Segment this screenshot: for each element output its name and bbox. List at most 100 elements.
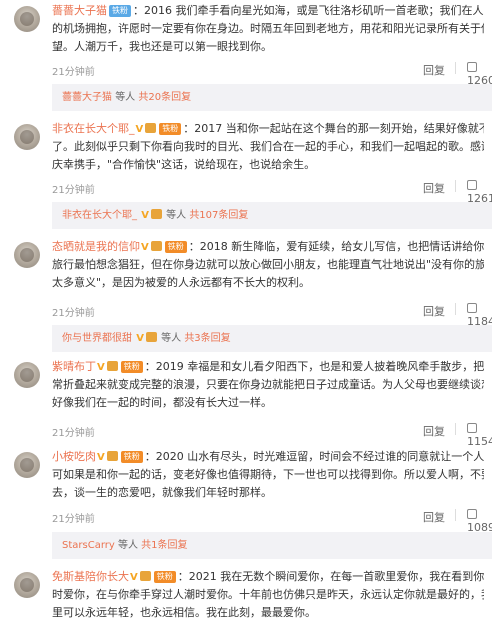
comment-username[interactable]: 薔薔大子猫 [52, 4, 107, 17]
like-count: 1154 [467, 435, 492, 448]
sub-replies[interactable]: 非衣在长大个耶_ V 等人 共107条回复 [52, 202, 492, 229]
medal-icon [150, 209, 162, 219]
thumbs-up-icon [467, 423, 477, 433]
comment-meta: 21分钟前 回复 1260 [52, 61, 492, 87]
reply-button[interactable]: 回复 [423, 180, 445, 196]
divider [455, 303, 456, 315]
medal-icon [150, 241, 162, 251]
comment-text-line: 好像我们在一起的时间，都没有长大过一样。 [52, 396, 272, 409]
divider [455, 180, 456, 192]
reply-connector: 等人 [115, 92, 136, 103]
vip-icon: V [136, 333, 144, 344]
comment-body: 薔薔大子猫 铁粉 ：2016 我们牵手看向星光如海，或是飞往洛杉矶听一首老歌；我们在… [52, 2, 484, 56]
comment-username[interactable]: 紫晴布丁 [52, 360, 96, 373]
comment-text-line: 太多意义"，是因为被爱的人永远都有不长大的权利。 [52, 276, 311, 289]
reply-connector: 等人 [161, 333, 182, 344]
vip-icon: V [97, 362, 105, 373]
comment-body: 非衣在长大个耶_V 铁粉 ：2017 当和你一起站在这个舞台的那一刻开始，结果好像就… [52, 120, 484, 174]
comment-text-line: 可如果是和你一起的话，变老好像也值得期待，下一世也可以找得到你。所以爱人啊，不要… [52, 468, 484, 481]
comment-body: 小桉吃肉V 铁粉 ：2020 山水有尽头，时光难逗留，时间会不经过谁的同意就让一个人… [52, 448, 484, 502]
comment-text-line: ：2016 我们牵手看向星光如海，或是飞往洛杉矶听一首老歌；我们在人来人往 [133, 4, 484, 17]
sub-replies[interactable]: StarsCarry 等人 共1条回复 [52, 532, 492, 559]
thumbs-up-icon [467, 62, 477, 72]
like-button[interactable]: 1089 [467, 508, 492, 534]
sub-replies[interactable]: 你与世界都很甜 V 等人 共3条回复 [52, 325, 492, 352]
medal-icon [145, 123, 157, 133]
like-button[interactable]: 1154 [467, 422, 492, 448]
avatar[interactable] [14, 452, 40, 478]
fan-badge: 铁粉 [153, 571, 176, 583]
vip-icon: V [135, 124, 144, 135]
comment-meta: 21分钟前 回复 1184 [52, 302, 492, 328]
medal-icon [139, 571, 151, 581]
comment-time: 21分钟前 [52, 67, 95, 78]
comment-text-line: 里可以永远年轻，也永远相信。我在此刻，最最爱你。 [52, 606, 316, 619]
comment-text-line: 去，谈一生的恋爱吧，就像我们年轻时那样。 [52, 486, 272, 499]
reply-count-link[interactable]: 共107条回复 [189, 210, 248, 221]
fan-badge: 铁粉 [120, 451, 143, 463]
comment-meta: 21分钟前 回复 1261 [52, 179, 492, 205]
fan-badge: 铁粉 [159, 123, 182, 135]
comment-text-line: 了。此刻似乎只剩下你看向我时的目光、我们合在一起的手心，和我们一起唱起的歌。感谢… [52, 140, 484, 153]
avatar[interactable] [14, 124, 40, 150]
comment-text-line: 望。人潮万千，我也还是可以第一眼找到你。 [52, 40, 272, 53]
comment-meta: 21分钟前 回复 1154 [52, 422, 492, 448]
reply-username[interactable]: 非衣在长大个耶_ [62, 210, 137, 221]
medal-icon [106, 451, 118, 461]
comment-text-line: 常折叠起来就变成完整的浪漫，只要在你身边就能把日子过成童话。为人父母也要继续谈恋… [52, 378, 484, 391]
avatar[interactable] [14, 6, 40, 32]
thumbs-up-icon [467, 180, 477, 190]
reply-username[interactable]: 你与世界都很甜 [62, 333, 132, 344]
reply-username[interactable]: StarsCarry [62, 540, 115, 551]
fan-badge: 铁粉 [109, 5, 131, 17]
comment-text-line: 的机场拥抱，许愿时一定要有你在身边。时隔五年回到老地方，用花和阳光记录所有关于你… [52, 22, 484, 35]
comment-username[interactable]: 非衣在长大个耶_ [52, 122, 135, 135]
vip-icon: V [141, 242, 149, 253]
reply-button[interactable]: 回复 [423, 62, 445, 78]
comment-text-line: 时爱你，在与你牵手穿过人潮时爱你。十年前也仿佛只是昨天，永远认定你就是最好的，我… [52, 588, 484, 601]
comment-time: 21分钟前 [52, 428, 95, 439]
comment-body: 免斯基陪你长大V 铁粉 ：2021 我在无数个瞬间爱你，在每一首歌里爱你，我在看到你… [52, 568, 484, 622]
comment-text-line: 庆幸携手，"合作愉快"这话，说给现在，也说给余生。 [52, 158, 316, 171]
avatar[interactable] [14, 572, 40, 598]
comment-text-line: 旅行最怕想念猖狂，但在你身边就可以放心做回小朋友，也能理直气壮地说出"没有你的旅… [52, 258, 484, 271]
vip-icon: V [141, 210, 149, 221]
reply-button[interactable]: 回复 [423, 423, 445, 439]
divider [455, 62, 456, 74]
divider [455, 509, 456, 521]
comment-text-line: ：2017 当和你一起站在这个舞台的那一刻开始，结果好像就不重要 [183, 122, 484, 135]
comment-meta: 21分钟前 回复 1089 [52, 508, 492, 534]
comment-text-line: ：2021 我在无数个瞬间爱你，在每一首歌里爱你，我在看到你的留言 [177, 570, 484, 583]
reply-button[interactable]: 回复 [423, 303, 445, 319]
avatar[interactable] [14, 362, 40, 388]
comment-time: 21分钟前 [52, 185, 95, 196]
comment-username[interactable]: 态晒就是我的信仰 [52, 240, 140, 253]
vip-icon: V [97, 452, 105, 463]
comment-body: 紫晴布丁V 铁粉 ：2019 幸福是和女儿看夕阳西下，也是和爱人披着晚风牵手散步，把… [52, 358, 484, 412]
thumbs-up-icon [467, 303, 477, 313]
vip-icon: V [130, 572, 138, 583]
fan-badge: 铁粉 [164, 241, 187, 253]
reply-count-link[interactable]: 共3条回复 [184, 333, 230, 344]
reply-connector: 等人 [166, 210, 187, 221]
reply-button[interactable]: 回复 [423, 509, 445, 525]
reply-count-link[interactable]: 共20条回复 [138, 92, 191, 103]
comment-time: 21分钟前 [52, 308, 95, 319]
reply-connector: 等人 [117, 540, 138, 551]
thumbs-up-icon [467, 509, 477, 519]
comment-text-line: ：2019 幸福是和女儿看夕阳西下，也是和爱人披着晚风牵手散步，把琐碎日 [144, 360, 484, 373]
reply-username[interactable]: 薔薔大子猫 [62, 92, 112, 103]
medal-icon [106, 361, 118, 371]
comment-text-line: ：2020 山水有尽头，时光难逗留，时间会不经过谁的同意就让一个人变老， [144, 450, 484, 463]
comment-text-line: ：2018 新生降临，爱有延续，给女儿写信，也把情话讲给你。出门 [188, 240, 484, 253]
divider [455, 423, 456, 435]
medal-icon [145, 332, 157, 342]
reply-count-link[interactable]: 共1条回复 [141, 540, 187, 551]
comment-username[interactable]: 小桉吃肉 [52, 450, 96, 463]
sub-replies[interactable]: 薔薔大子猫 等人 共20条回复 [52, 84, 492, 111]
fan-badge: 铁粉 [120, 361, 143, 373]
comment-time: 21分钟前 [52, 514, 95, 525]
avatar[interactable] [14, 242, 40, 268]
comment-username[interactable]: 免斯基陪你长大 [52, 570, 129, 583]
comment-body: 态晒就是我的信仰V 铁粉 ：2018 新生降临，爱有延续，给女儿写信，也把情话讲给你… [52, 238, 484, 292]
